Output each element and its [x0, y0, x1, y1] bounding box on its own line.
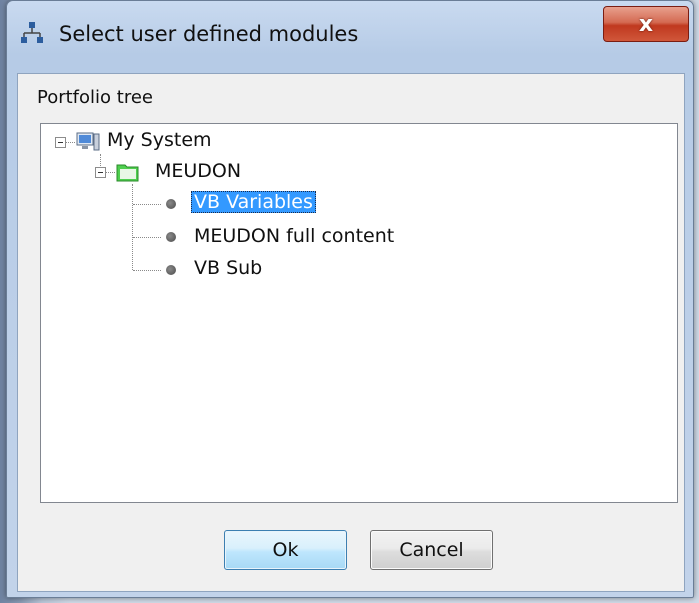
- close-button[interactable]: x: [603, 6, 689, 42]
- tree-node-module[interactable]: VB Variables: [191, 191, 316, 213]
- title-bar[interactable]: Select user defined modules x: [7, 1, 693, 73]
- computer-icon: [76, 132, 100, 151]
- folder-icon: [116, 164, 139, 182]
- close-icon: x: [638, 11, 654, 37]
- module-bullet-icon: [166, 199, 176, 209]
- module-bullet-icon: [166, 265, 176, 275]
- portfolio-tree[interactable]: My System MEUDON VB Variables MEUDON ful…: [40, 123, 678, 503]
- cancel-button[interactable]: Cancel: [370, 530, 493, 570]
- tree-node-folder[interactable]: MEUDON: [155, 160, 241, 182]
- module-tree-icon: [21, 22, 43, 43]
- module-bullet-icon: [166, 232, 176, 242]
- dialog-content: Portfolio tree My System MEUDON VB Varia…: [17, 73, 685, 592]
- folder-collapse-toggle[interactable]: [95, 167, 106, 178]
- tree-node-module[interactable]: MEUDON full content: [194, 225, 394, 247]
- root-collapse-toggle[interactable]: [55, 137, 66, 148]
- dialog-title: Select user defined modules: [59, 22, 359, 46]
- portfolio-tree-label: Portfolio tree: [37, 87, 153, 108]
- ok-button[interactable]: Ok: [224, 530, 347, 570]
- tree-node-root[interactable]: My System: [107, 129, 212, 151]
- tree-node-module[interactable]: VB Sub: [194, 257, 262, 279]
- dialog-window: Select user defined modules x Portfolio …: [6, 0, 694, 598]
